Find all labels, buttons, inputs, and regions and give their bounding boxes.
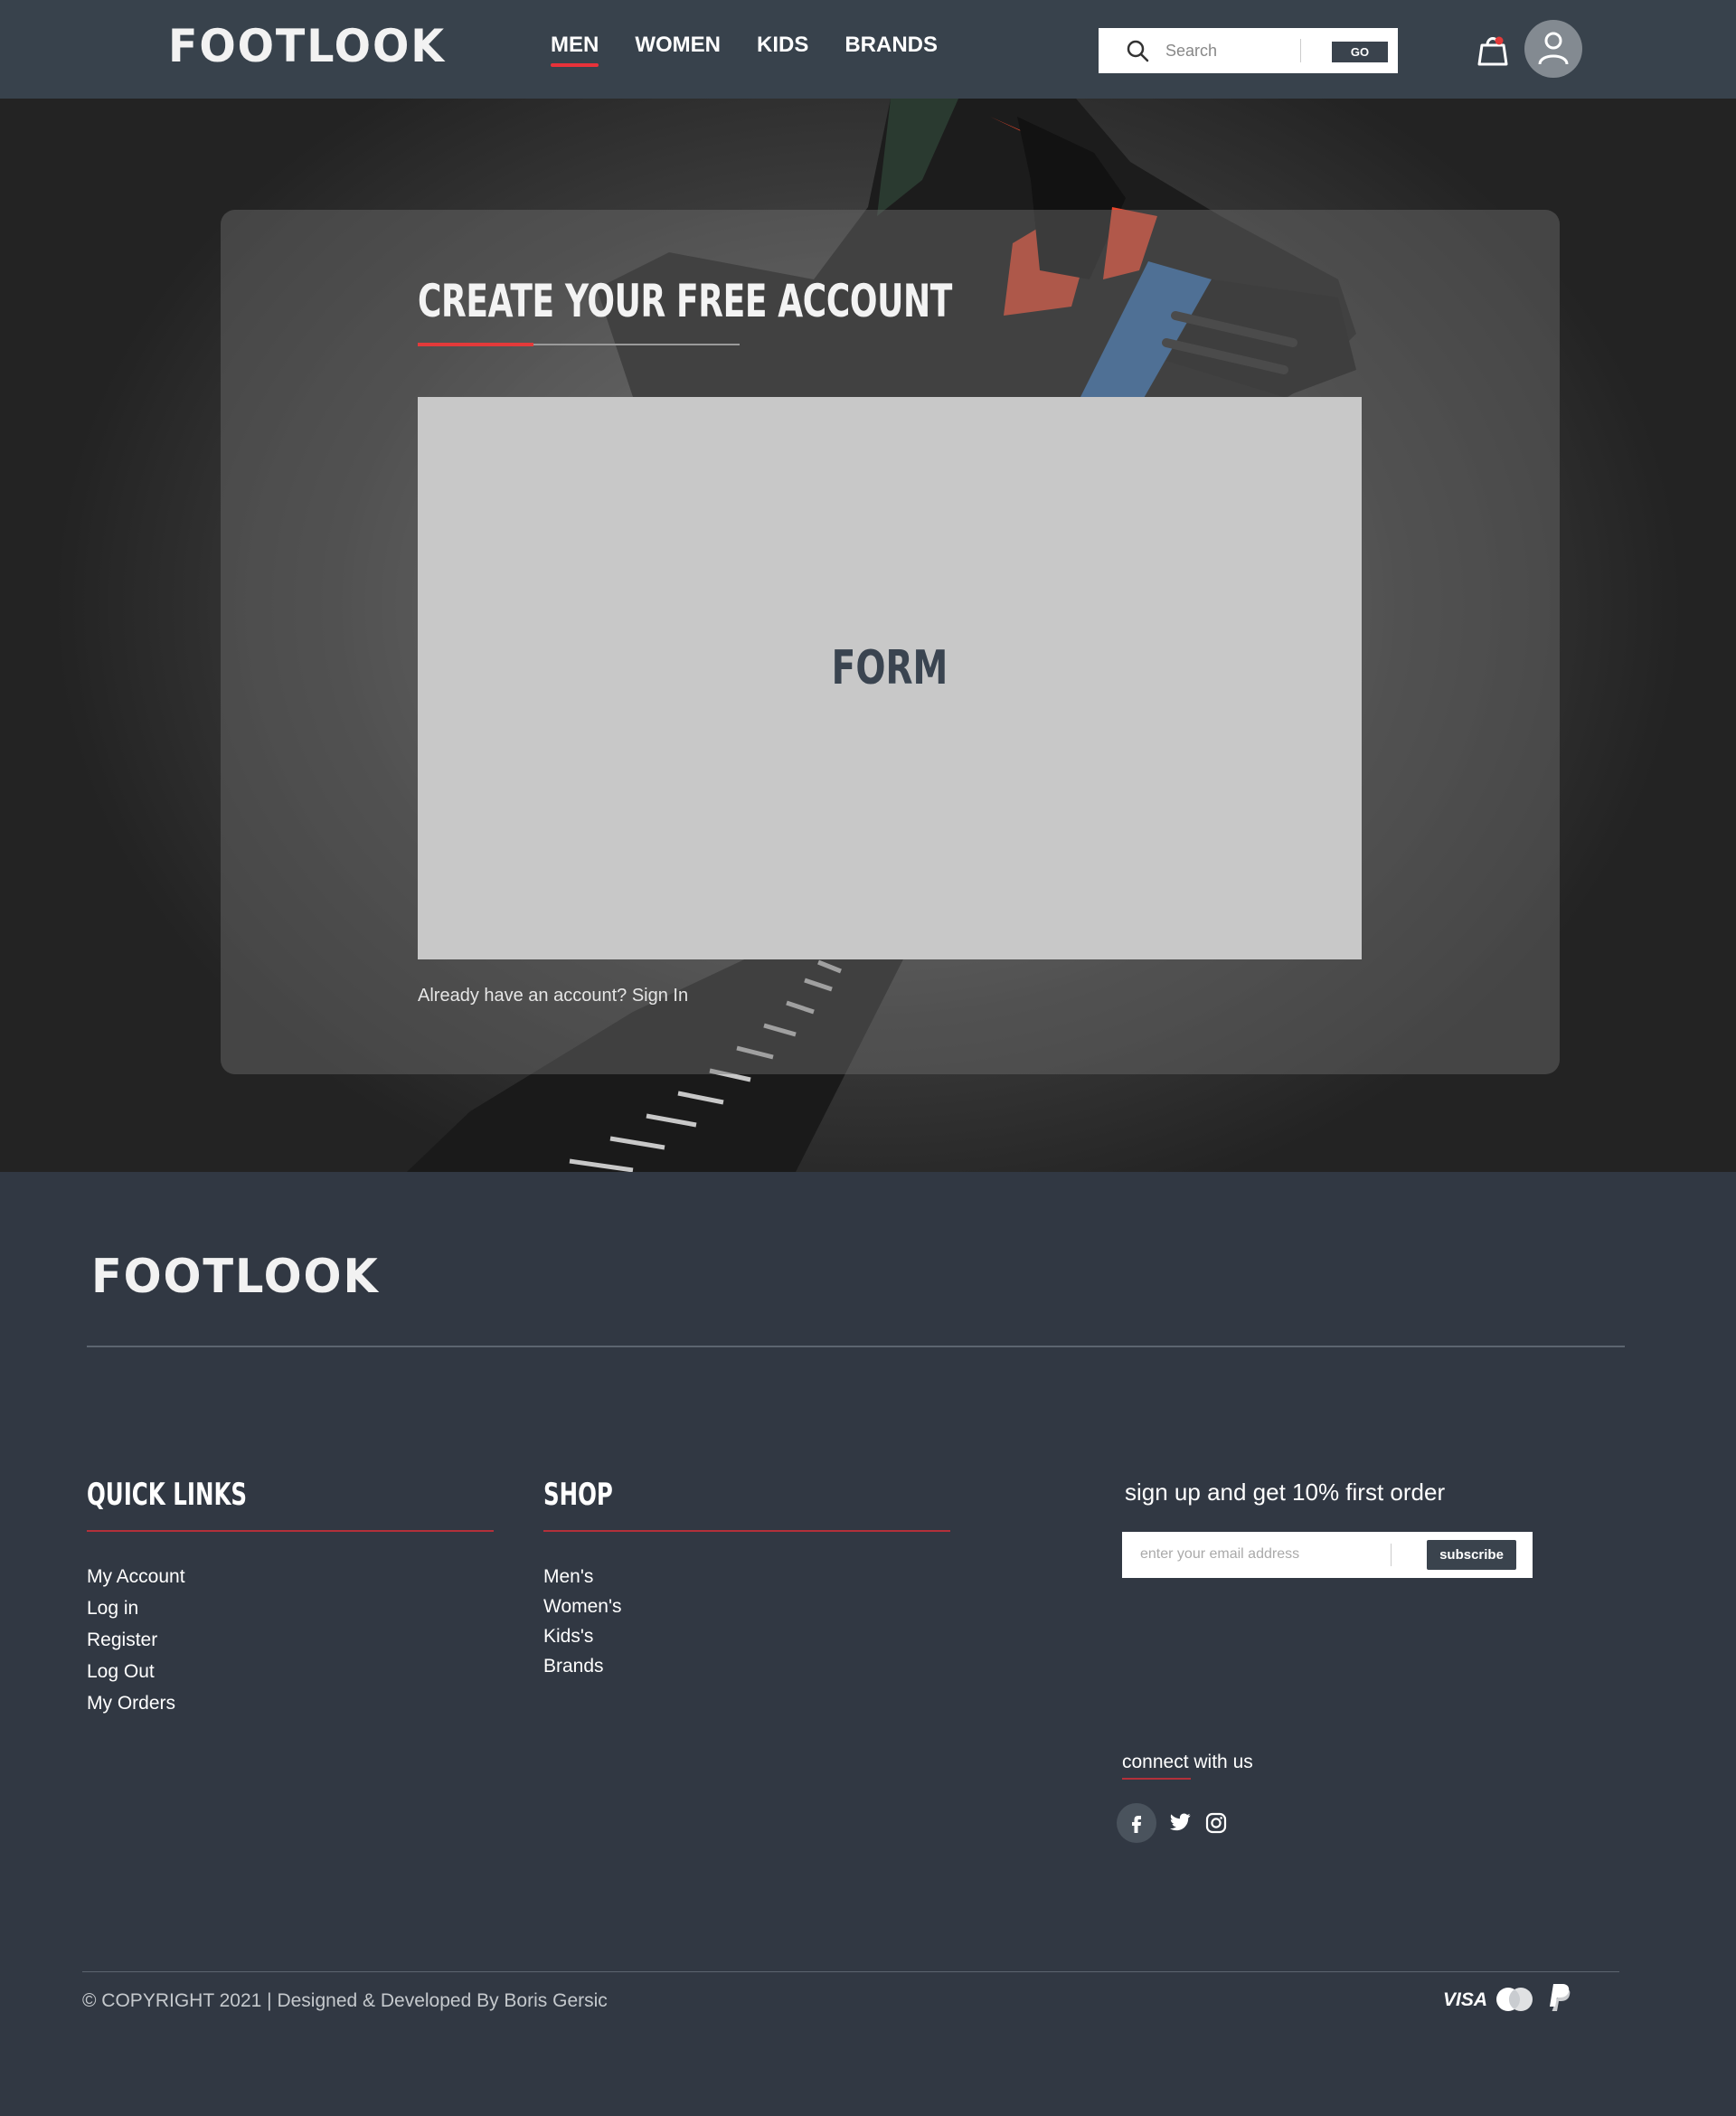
connect-title: connect with us xyxy=(1122,1752,1253,1772)
list-item: Kids's xyxy=(543,1626,621,1656)
signin-prompt: Already have an account? Sign In xyxy=(418,986,688,1006)
footer-link-my-account[interactable]: My Account xyxy=(87,1566,185,1587)
shop-underline xyxy=(543,1530,950,1532)
quick-links-title: QUICK LINKS xyxy=(87,1477,248,1513)
copyright-text: © COPYRIGHT 2021 | Designed & Developed … xyxy=(82,1990,608,2011)
footer-link-log-in[interactable]: Log in xyxy=(87,1598,138,1619)
quick-links-underline xyxy=(87,1530,494,1532)
user-icon xyxy=(1538,32,1569,65)
search-go-button[interactable]: GO xyxy=(1332,42,1388,62)
subscribe-button[interactable]: subscribe xyxy=(1427,1540,1516,1570)
list-item: Women's xyxy=(543,1596,621,1626)
site-footer: FOOTLOOK QUICK LINKS My Account Log in R… xyxy=(0,1172,1736,2116)
title-underline xyxy=(418,343,740,346)
signin-prompt-text: Already have an account? xyxy=(418,986,627,1006)
list-item: Log in xyxy=(87,1598,185,1630)
footer-link-my-orders[interactable]: My Orders xyxy=(87,1693,175,1714)
footer-link-kids[interactable]: Kids's xyxy=(543,1626,593,1647)
quick-links-list: My Account Log in Register Log Out My Or… xyxy=(87,1566,185,1724)
list-item: Log Out xyxy=(87,1661,185,1693)
paypal-icon xyxy=(1550,1984,1571,2011)
shop-title: SHOP xyxy=(543,1477,613,1513)
form-placeholder-label: FORM xyxy=(831,641,948,695)
list-item: My Account xyxy=(87,1566,185,1598)
newsletter-divider xyxy=(1391,1544,1392,1566)
search-input[interactable] xyxy=(1165,37,1292,64)
signup-form-placeholder[interactable]: FORM xyxy=(418,397,1362,959)
footer-link-mens[interactable]: Men's xyxy=(543,1566,593,1587)
user-avatar-button[interactable] xyxy=(1524,20,1582,78)
footer-link-womens[interactable]: Women's xyxy=(543,1596,621,1617)
nav-item-women[interactable]: WOMEN xyxy=(635,33,721,58)
footer-link-log-out[interactable]: Log Out xyxy=(87,1661,155,1682)
site-header: FOOTLOOK MEN WOMEN KIDS BRANDS GO xyxy=(0,0,1736,99)
footer-link-brands[interactable]: Brands xyxy=(543,1656,604,1677)
list-item: My Orders xyxy=(87,1693,185,1724)
main-nav: MEN WOMEN KIDS BRANDS xyxy=(551,33,974,67)
nav-item-men[interactable]: MEN xyxy=(551,33,599,67)
shopping-bag-icon[interactable] xyxy=(1477,33,1509,67)
shop-links-list: Men's Women's Kids's Brands xyxy=(543,1566,621,1686)
page-title: CREATE YOUR FREE ACCOUNT xyxy=(418,275,952,327)
connect-underline xyxy=(1122,1778,1191,1780)
search-bar: GO xyxy=(1099,28,1398,73)
visa-icon: VISA xyxy=(1443,1989,1488,2010)
nav-item-brands[interactable]: BRANDS xyxy=(844,33,938,58)
brand-logo[interactable]: FOOTLOOK xyxy=(168,20,446,72)
signup-card: CREATE YOUR FREE ACCOUNT FORM Already ha… xyxy=(221,210,1560,1074)
search-icon xyxy=(1127,40,1149,62)
facebook-icon xyxy=(1132,1816,1141,1833)
footer-brand-logo[interactable]: FOOTLOOK xyxy=(91,1250,380,1304)
title-underline-accent xyxy=(418,343,533,346)
nav-item-kids[interactable]: KIDS xyxy=(757,33,808,58)
twitter-icon xyxy=(1170,1813,1191,1831)
footer-link-register[interactable]: Register xyxy=(87,1630,157,1650)
newsletter-form: subscribe xyxy=(1122,1532,1533,1578)
list-item: Register xyxy=(87,1630,185,1661)
instagram-icon xyxy=(1205,1812,1227,1834)
list-item: Brands xyxy=(543,1656,621,1686)
footer-divider xyxy=(87,1346,1625,1347)
facebook-link[interactable] xyxy=(1117,1803,1156,1843)
list-item: Men's xyxy=(543,1566,621,1596)
twitter-link[interactable] xyxy=(1160,1803,1200,1843)
search-divider xyxy=(1300,39,1301,62)
signin-link[interactable]: Sign In xyxy=(632,986,688,1006)
newsletter-title: sign up and get 10% first order xyxy=(1125,1478,1446,1506)
instagram-link[interactable] xyxy=(1196,1803,1236,1843)
footer-bottom-divider xyxy=(82,1971,1619,1972)
email-field[interactable] xyxy=(1140,1543,1375,1566)
hero-section: CREATE YOUR FREE ACCOUNT FORM Already ha… xyxy=(0,99,1736,1172)
mastercard-icon xyxy=(1496,1988,1533,2011)
